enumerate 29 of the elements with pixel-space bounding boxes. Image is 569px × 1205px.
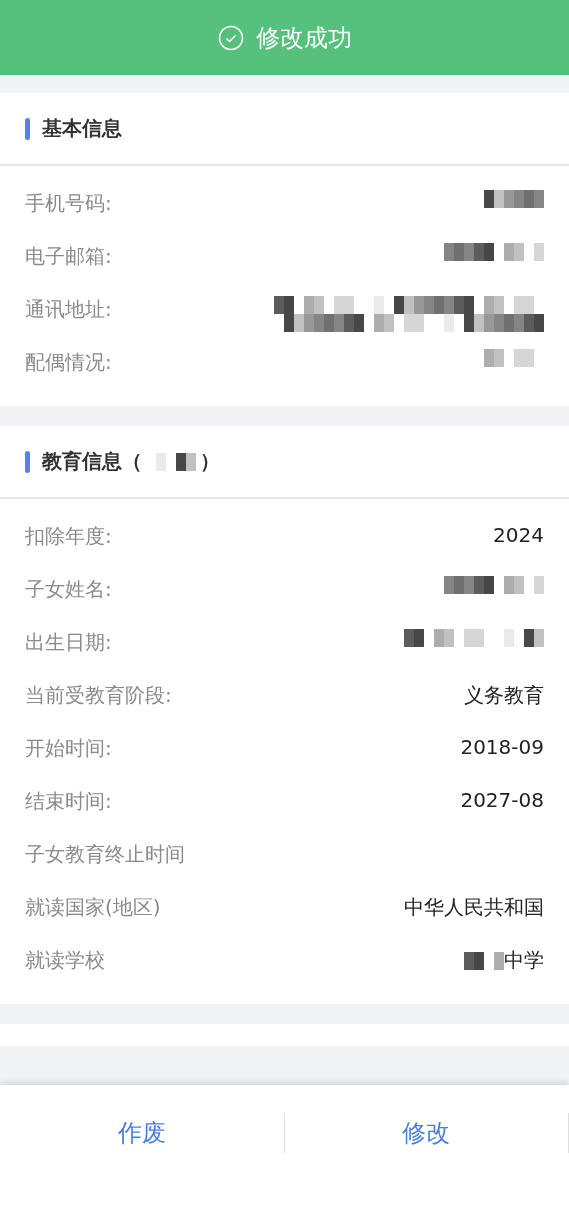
section-title: 基本信息	[42, 115, 122, 142]
field-value: 义务教育	[464, 682, 544, 709]
section-title: 教育信息（	[42, 448, 142, 475]
field-label: 通讯地址:	[25, 296, 112, 323]
field-label: 配偶情况:	[25, 349, 112, 376]
field-label: 当前受教育阶段:	[25, 682, 172, 709]
field-label: 子女教育终止时间	[25, 841, 185, 868]
field-label: 子女姓名:	[25, 576, 112, 603]
field-label: 结束时间:	[25, 788, 112, 815]
redacted-value-drawing	[464, 951, 504, 970]
check-circle-icon	[217, 24, 244, 51]
accent-bar	[25, 450, 30, 473]
field-label: 开始时间:	[25, 735, 112, 762]
redacted-value-drawing	[484, 190, 544, 208]
field-label: 手机号码:	[25, 190, 112, 217]
field-value: 2018-09	[460, 735, 544, 759]
field-label: 出生日期:	[25, 629, 112, 656]
success-message: 修改成功	[255, 22, 352, 54]
accent-bar	[25, 117, 30, 140]
field-value: 2027-08	[460, 788, 544, 812]
field-value: 中华人民共和国	[404, 894, 544, 921]
section-title: ）	[200, 448, 220, 475]
field-label: 扣除年度:	[25, 523, 112, 550]
field-value: 2024	[493, 523, 544, 547]
field-label: 就读学校	[25, 947, 105, 974]
field-value: 中学	[504, 947, 544, 974]
field-label: 就读国家(地区)	[25, 894, 161, 921]
action-button[interactable]: 作废	[0, 1113, 285, 1153]
field-label: 电子邮箱:	[25, 243, 112, 270]
